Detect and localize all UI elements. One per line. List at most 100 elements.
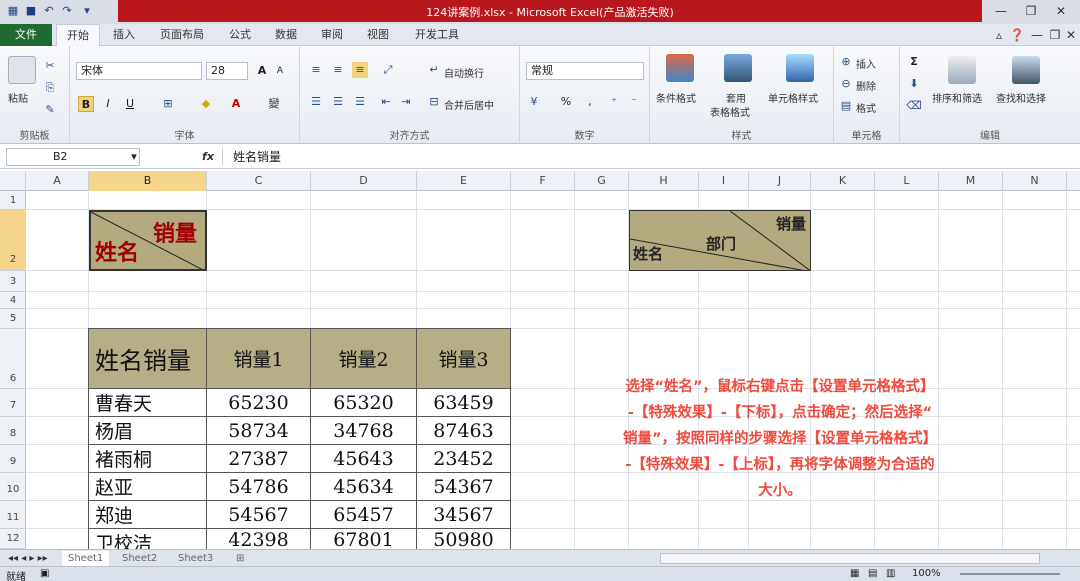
name-box[interactable]: B2 [6, 148, 140, 166]
sheet-nav-icons[interactable]: ◂◂ ◂ ▸ ▸▸ [2, 551, 54, 566]
cell-styles-button[interactable]: 单元格样式 [768, 90, 818, 105]
delete-cells-button[interactable]: 删除 [856, 78, 876, 93]
column-header-g[interactable]: G [575, 171, 629, 191]
table-cell-value[interactable]: 87463 [416, 416, 511, 445]
fill-icon[interactable]: ⬇ [906, 76, 922, 92]
tab-data[interactable]: 数据 [266, 24, 306, 46]
merge-center-button[interactable]: 合并后居中 [444, 97, 494, 112]
bold-button[interactable]: B [78, 96, 94, 112]
table-cell-value[interactable]: 34567 [416, 500, 511, 529]
increase-decimal-icon[interactable]: ⁺ [606, 94, 622, 110]
increase-indent-icon[interactable]: ⇥ [398, 94, 414, 110]
border-icon[interactable]: ⊞ [160, 96, 176, 112]
horizontal-scrollbar[interactable] [660, 553, 1040, 564]
column-header-m[interactable]: M [939, 171, 1003, 191]
row-header-4[interactable]: 4 [0, 292, 26, 309]
name-box-dropdown-icon[interactable]: ▾ [126, 149, 142, 165]
column-header-d[interactable]: D [311, 171, 417, 191]
column-header-a[interactable]: A [26, 171, 89, 191]
currency-icon[interactable]: ¥ [526, 94, 542, 110]
page-layout-view-icon[interactable]: ▤ [868, 568, 877, 579]
format-cells-button[interactable]: 格式 [856, 100, 876, 115]
column-header-l[interactable]: L [875, 171, 939, 191]
table-cell-value[interactable]: 65320 [310, 388, 417, 417]
normal-view-icon[interactable]: ▦ [850, 568, 859, 579]
row-header-5[interactable]: 5 [0, 309, 26, 329]
tab-view[interactable]: 视图 [358, 24, 398, 46]
zoom-slider[interactable] [960, 573, 1060, 575]
copy-icon[interactable]: ⎘ [42, 80, 58, 96]
table-format-label[interactable]: 表格格式 [710, 104, 750, 119]
number-format-select[interactable]: 常规 [526, 62, 644, 80]
align-middle-icon[interactable]: ≡ [330, 62, 346, 78]
merge-center-icon[interactable]: ⊟ [426, 94, 442, 110]
tab-developer[interactable]: 开发工具 [404, 24, 470, 46]
format-painter-icon[interactable]: ✎ [42, 102, 58, 118]
insert-cells-button[interactable]: 插入 [856, 56, 876, 71]
paste-button[interactable]: 粘贴 [8, 90, 28, 105]
decrease-indent-icon[interactable]: ⇤ [378, 94, 394, 110]
table-format-icon[interactable] [724, 54, 752, 82]
row-header-1[interactable]: 1 [0, 191, 26, 210]
phonetic-icon[interactable]: 變 [266, 96, 282, 112]
table-cell-value[interactable]: 23452 [416, 444, 511, 473]
table-header-sales3[interactable]: 销量3 [416, 328, 511, 389]
table-cell-value[interactable]: 67801 [310, 528, 417, 549]
zoom-level[interactable]: 100% [912, 568, 941, 579]
row-header-6[interactable]: 6 [0, 329, 26, 389]
restore-icon[interactable]: ❐ [1020, 3, 1042, 19]
table-cell-value[interactable]: 34768 [310, 416, 417, 445]
tab-home[interactable]: 开始 [56, 24, 100, 46]
tab-insert[interactable]: 插入 [104, 24, 144, 46]
paste-icon[interactable] [8, 56, 36, 84]
font-color-icon[interactable]: A [228, 96, 244, 112]
table-cell-value[interactable]: 65230 [206, 388, 311, 417]
align-bottom-icon[interactable]: ≡ [352, 62, 368, 78]
tab-page-layout[interactable]: 页面布局 [150, 24, 214, 46]
table-cell-name[interactable]: 杨眉 [88, 416, 207, 445]
table-cell-value[interactable]: 65457 [310, 500, 417, 529]
conditional-format-button[interactable]: 条件格式 [656, 90, 696, 105]
sheet-tab-2[interactable]: Sheet2 [116, 551, 163, 566]
column-header-f[interactable]: F [511, 171, 575, 191]
insert-function-button[interactable]: fx [200, 149, 216, 165]
column-header-n[interactable]: N [1003, 171, 1067, 191]
align-right-icon[interactable]: ☰ [352, 94, 368, 110]
minimize-icon[interactable]: — [990, 3, 1012, 19]
column-header-b[interactable]: B [89, 171, 207, 191]
undo-icon[interactable]: ↶ [42, 4, 56, 18]
formula-input[interactable]: 姓名销量 [222, 148, 1072, 166]
table-cell-value[interactable]: 58734 [206, 416, 311, 445]
table-cell-value[interactable]: 45634 [310, 472, 417, 501]
select-all-corner[interactable] [0, 171, 26, 191]
align-left-icon[interactable]: ☰ [308, 94, 324, 110]
underline-button[interactable]: U [122, 96, 138, 112]
align-top-icon[interactable]: ≡ [308, 62, 324, 78]
font-size-select[interactable]: 28 [206, 62, 248, 80]
table-cell-name[interactable]: 卫校洁 [88, 528, 207, 549]
tab-formulas[interactable]: 公式 [220, 24, 260, 46]
comma-button[interactable]: , [582, 94, 598, 110]
sheet-tab-1[interactable]: Sheet1 [62, 551, 110, 566]
column-header-k[interactable]: K [811, 171, 875, 191]
table-cell-name[interactable]: 郑迪 [88, 500, 207, 529]
decrease-decimal-icon[interactable]: ⁻ [626, 94, 642, 110]
column-header-h[interactable]: H [629, 171, 699, 191]
row-header-10[interactable]: 10 [0, 473, 26, 501]
find-select-button[interactable]: 查找和选择 [996, 90, 1046, 105]
font-name-select[interactable]: 宋体 [76, 62, 202, 80]
find-select-icon[interactable] [1012, 56, 1040, 84]
cell-h2-diagonal-header[interactable]: 销量 部门 姓名 [629, 210, 811, 271]
column-header-j[interactable]: J [749, 171, 811, 191]
conditional-format-icon[interactable] [666, 54, 694, 82]
save-icon[interactable]: ■ [24, 4, 38, 18]
italic-button[interactable]: I [100, 96, 116, 112]
table-cell-value[interactable]: 54567 [206, 500, 311, 529]
format-cells-icon[interactable]: ▤ [838, 98, 854, 114]
table-format-button[interactable]: 套用 [726, 90, 746, 105]
align-center-icon[interactable]: ☰ [330, 94, 346, 110]
delete-cells-icon[interactable]: ⊖ [838, 76, 854, 92]
table-header-name-sales[interactable]: 姓名销量 [88, 328, 207, 389]
row-header-3[interactable]: 3 [0, 271, 26, 292]
sheet-tab-3[interactable]: Sheet3 [172, 551, 219, 566]
